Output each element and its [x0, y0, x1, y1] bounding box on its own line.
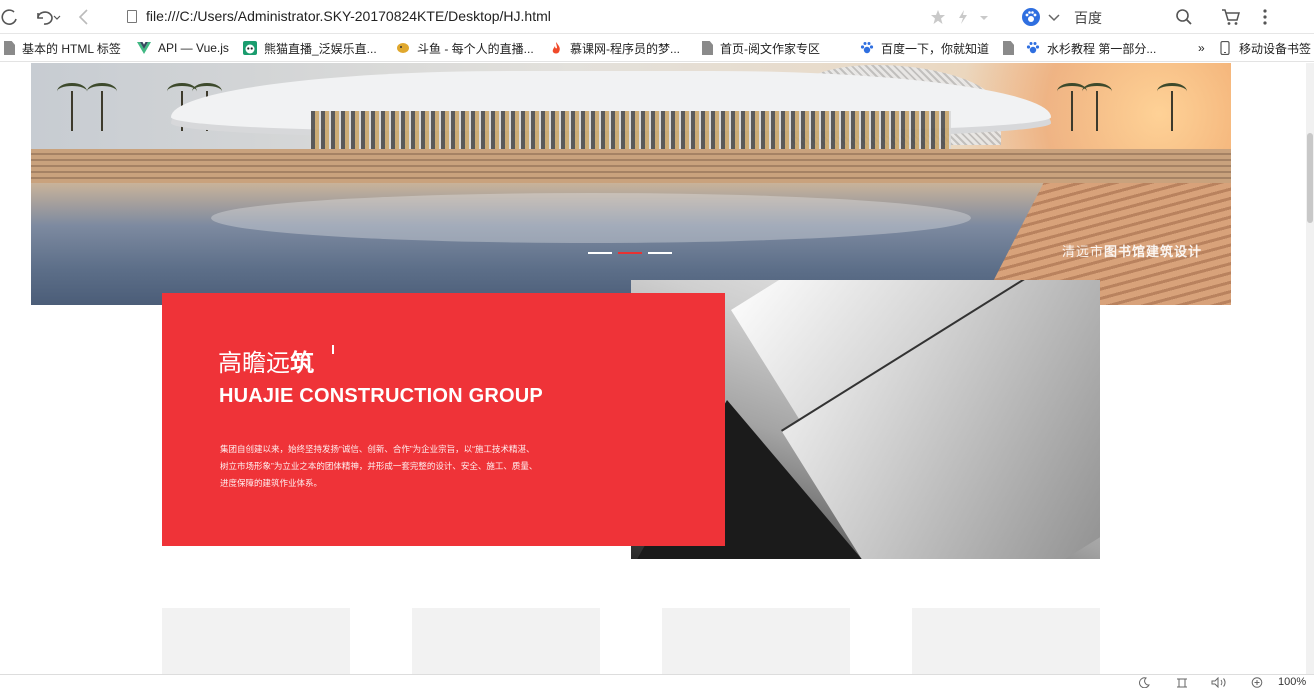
bookmark-item[interactable]: 百度一下，你就知道 — [860, 39, 989, 57]
banner-caption-bold: 图书馆建筑设计 — [1104, 244, 1203, 259]
shopping-cart-icon[interactable] — [1220, 7, 1242, 27]
hero-banner[interactable]: 清远市图书馆建筑设计 — [31, 63, 1231, 305]
feature-card[interactable] — [912, 608, 1100, 674]
banner-caption-prefix: 清远市 — [1062, 244, 1105, 259]
bookmark-label: API — Vue.js — [158, 41, 229, 55]
refresh-icon[interactable] — [0, 7, 20, 27]
undo-icon[interactable] — [34, 7, 54, 27]
star-icon[interactable] — [928, 7, 948, 27]
baidu-paw-icon[interactable] — [1021, 7, 1041, 27]
vertical-scrollbar[interactable] — [1306, 63, 1314, 674]
document-icon — [1003, 41, 1014, 55]
panda-icon — [243, 41, 257, 55]
zoom-in-icon[interactable] — [1251, 677, 1263, 688]
search-engine-chevron-icon[interactable] — [1047, 7, 1061, 27]
more-bookmarks-button[interactable]: » — [1198, 39, 1205, 57]
bookmark-label: 百度一下，你就知道 — [881, 41, 990, 56]
bookmark-item[interactable]: 熊猫直播_泛娱乐直... — [243, 39, 377, 57]
banner-caption: 清远市图书馆建筑设计 — [1062, 241, 1202, 260]
bookmark-item[interactable]: 慕课网-程序员的梦... — [549, 39, 680, 57]
bookmarks-bar: 基本的 HTML 标签 API — Vue.js 熊猫直播_泛娱乐直... 斗鱼… — [0, 34, 1314, 62]
feature-card[interactable] — [412, 608, 600, 674]
bookmark-label: 斗鱼 - 每个人的直播... — [417, 41, 534, 56]
bookmark-label: 基本的 HTML 标签 — [22, 41, 121, 56]
bookmark-item[interactable]: 水杉教程 第一部分... — [1003, 39, 1021, 57]
carousel-dot-active[interactable] — [618, 252, 642, 254]
carousel-dot[interactable] — [648, 252, 672, 254]
bookmark-label: 水杉教程 第一部分... — [1047, 41, 1157, 56]
document-icon — [702, 41, 713, 55]
bookmark-item[interactable]: 首页-阅文作家专区 — [702, 39, 820, 57]
browser-toolbar: file:///C:/Users/Administrator.SKY-20170… — [0, 0, 1314, 34]
baidu-paw-icon — [860, 42, 874, 54]
lightning-icon[interactable] — [953, 7, 973, 27]
palm-tree — [1057, 83, 1087, 131]
dropdown-triangle-icon[interactable] — [978, 7, 990, 27]
intro-card: 高瞻远筑 HUAJIE CONSTRUCTION GROUP 集团自创建以来，始… — [162, 293, 725, 546]
bookmark-label: 首页-阅文作家专区 — [720, 41, 820, 56]
menu-kebab-icon[interactable] — [1258, 7, 1272, 27]
intro-title: 高瞻远筑 — [218, 343, 314, 378]
bookmark-item[interactable]: 水杉教程 第一部分... — [1026, 39, 1156, 57]
palm-tree — [57, 83, 87, 131]
document-icon — [4, 41, 15, 55]
douyu-icon — [397, 43, 409, 53]
feature-card[interactable] — [662, 608, 850, 674]
bookmark-label: 熊猫直播_泛娱乐直... — [264, 41, 377, 56]
carousel-dot[interactable] — [588, 252, 612, 254]
baidu-paw-icon — [1026, 42, 1040, 54]
intro-title-light: 高瞻远 — [218, 350, 290, 377]
pool-reflection — [211, 193, 971, 243]
intro-description: 集团自创建以来，始终坚持发扬“诚信、创新、合作”为企业宗旨，以“施工技术精湛、树… — [220, 444, 538, 488]
bookmark-label: 慕课网-程序员的梦... — [570, 41, 680, 56]
page-viewport: 清远市图书馆建筑设计 高瞻远筑 HUAJIE CONSTRUCTION GROU… — [0, 63, 1306, 674]
building-body — [311, 111, 951, 149]
scrollbar-thumb[interactable] — [1307, 133, 1313, 223]
search-icon[interactable] — [1174, 7, 1194, 27]
status-bar: 100% — [0, 674, 1314, 689]
intro-title-bold: 筑 — [290, 350, 314, 377]
undo-dropdown-chevron-icon[interactable] — [52, 7, 62, 27]
back-arrow-icon[interactable] — [74, 7, 94, 27]
night-mode-moon-icon[interactable] — [1138, 677, 1150, 688]
page-icon — [127, 10, 137, 23]
search-engine-label[interactable]: 百度 — [1074, 8, 1102, 28]
bookmark-item[interactable]: 斗鱼 - 每个人的直播... — [396, 39, 534, 57]
palm-tree — [87, 83, 117, 131]
vue-icon — [137, 42, 151, 54]
zoom-level[interactable]: 100% — [1278, 676, 1306, 688]
mobile-bookmarks-label: 移动设备书签 — [1239, 41, 1312, 56]
title-accent-bar — [332, 345, 334, 354]
palm-tree — [1157, 83, 1187, 131]
feature-card[interactable] — [162, 608, 350, 674]
flame-icon — [552, 42, 560, 54]
reader-icon[interactable] — [1176, 677, 1188, 688]
sound-icon[interactable] — [1211, 677, 1229, 688]
intro-subtitle: HUAJIE CONSTRUCTION GROUP — [219, 385, 543, 407]
carousel-indicators — [588, 252, 672, 254]
mobile-bookmarks[interactable]: 移动设备书签 — [1218, 39, 1311, 57]
palm-tree — [1082, 83, 1112, 131]
bookmark-item[interactable]: API — Vue.js — [137, 39, 229, 57]
mobile-phone-icon — [1220, 41, 1230, 55]
bookmark-item[interactable]: 基本的 HTML 标签 — [4, 39, 121, 57]
address-bar[interactable]: file:///C:/Users/Administrator.SKY-20170… — [146, 8, 551, 24]
